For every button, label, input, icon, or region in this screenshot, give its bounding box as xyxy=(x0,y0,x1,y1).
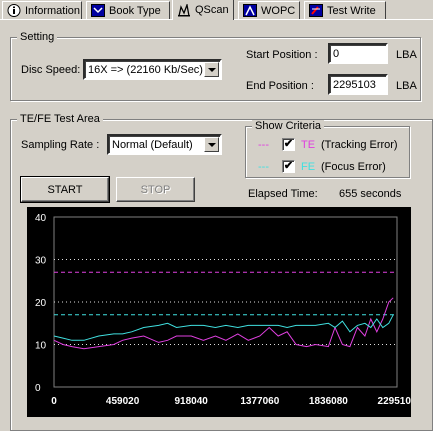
tab-information[interactable]: Information xyxy=(2,1,82,19)
te-series-line xyxy=(53,297,394,350)
tab-book-type[interactable]: Book Type xyxy=(86,1,170,19)
start-position-unit: LBA xyxy=(396,49,417,61)
end-position-unit: LBA xyxy=(396,80,417,92)
x-tick-label: 1377060 xyxy=(240,396,279,407)
te-fe-chart: 0 10 20 30 40 0 459020 918040 1377060 1836080 2295… xyxy=(27,207,411,417)
te-label: TE xyxy=(301,139,316,151)
test-write-icon xyxy=(309,4,323,17)
chevron-down-icon[interactable] xyxy=(204,62,219,77)
tab-label: QScan xyxy=(195,4,229,16)
te-checkbox[interactable]: ✔ xyxy=(282,138,295,151)
x-tick-label: 918040 xyxy=(175,396,209,407)
book-type-icon xyxy=(91,4,105,17)
x-tick-label: 2295103 xyxy=(378,396,411,407)
setting-group-title: Setting xyxy=(17,31,58,43)
y-tick-label: 20 xyxy=(35,298,47,309)
start-position-label: Start Position : xyxy=(246,49,318,61)
show-criteria-title: Show Criteria xyxy=(252,120,325,132)
tab-label: Book Type xyxy=(109,4,161,17)
wopc-icon xyxy=(243,4,257,17)
y-tick-label: 30 xyxy=(35,256,47,267)
end-position-label: End Position : xyxy=(246,80,314,92)
tab-qscan[interactable]: QScan xyxy=(172,0,234,20)
sampling-rate-label: Sampling Rate : xyxy=(21,139,100,151)
tab-label: WOPC xyxy=(261,4,296,17)
sampling-rate-value: Normal (Default) xyxy=(112,139,193,151)
fe-label: FE xyxy=(301,161,316,173)
x-tick-label: 459020 xyxy=(106,396,140,407)
y-tick-label: 10 xyxy=(35,341,47,352)
fe-checkbox[interactable]: ✔ xyxy=(282,160,295,173)
test-area-group-title: TE/FE Test Area xyxy=(17,113,103,125)
disc-speed-select[interactable]: 16X => (22160 Kb/Sec) xyxy=(83,59,222,80)
y-tick-label: 0 xyxy=(35,383,41,394)
plot-frame xyxy=(53,216,398,388)
x-tick-label: 0 xyxy=(51,396,57,407)
tab-test-write[interactable]: Test Write xyxy=(304,1,386,19)
chevron-down-icon[interactable] xyxy=(204,137,219,152)
fe-legend-dash: --- xyxy=(258,161,269,173)
tab-wopc[interactable]: WOPC xyxy=(238,1,300,19)
fe-description: (Focus Error) xyxy=(321,161,386,173)
y-tick-label: 40 xyxy=(35,213,47,224)
te-legend-dash: --- xyxy=(258,139,269,151)
disc-speed-label: Disc Speed: xyxy=(21,64,81,76)
start-position-input[interactable]: 0 xyxy=(328,43,388,64)
info-icon xyxy=(7,4,21,17)
te-description: (Tracking Error) xyxy=(321,139,398,151)
elapsed-time-value: 655 seconds xyxy=(339,188,402,200)
chart-canvas: 0 10 20 30 40 0 459020 918040 1377060 1836080 2295… xyxy=(35,213,411,407)
qscan-icon xyxy=(177,2,191,17)
tab-bar: Information Book Type QScan WOPC Test Wr… xyxy=(0,0,433,20)
sampling-rate-select[interactable]: Normal (Default) xyxy=(107,134,222,155)
disc-speed-value: 16X => (22160 Kb/Sec) xyxy=(88,64,203,76)
end-position-input[interactable]: 2295103 xyxy=(328,74,388,95)
elapsed-time-label: Elapsed Time: xyxy=(248,188,318,200)
tab-label: Test Write xyxy=(327,4,376,17)
x-tick-label: 1836080 xyxy=(309,396,348,407)
fe-series-line xyxy=(53,314,394,341)
tab-label: Information xyxy=(25,4,81,17)
stop-button[interactable]: STOP xyxy=(116,177,195,202)
start-button[interactable]: START xyxy=(20,176,110,203)
